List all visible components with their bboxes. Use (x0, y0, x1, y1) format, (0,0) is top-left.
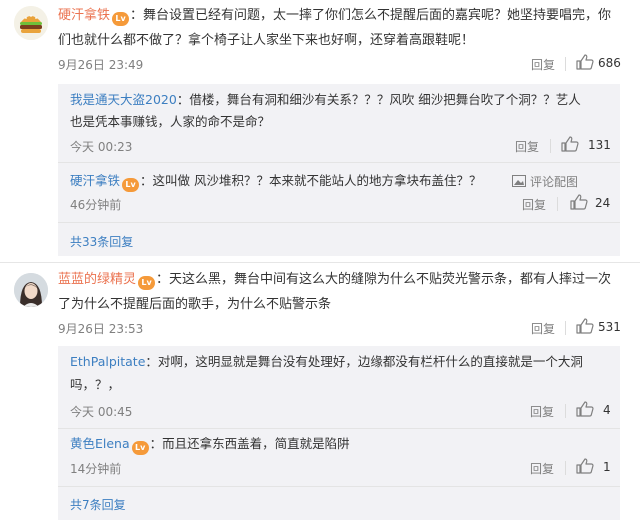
burger-avatar-icon (14, 6, 48, 40)
member-badge-icon: Lv (131, 433, 149, 455)
member-badge-icon: Lv (112, 4, 130, 27)
reply-timestamp: 今天 00:45 (70, 405, 133, 419)
more-replies-link[interactable]: 共33条回复 (70, 233, 133, 250)
divider (58, 486, 620, 487)
reply-username[interactable]: 黄色Elena (70, 436, 130, 451)
thumbs-up-icon[interactable] (576, 458, 594, 474)
member-badge-icon: Lv (122, 170, 140, 192)
separator (565, 57, 566, 71)
separator (565, 321, 566, 335)
reply-button[interactable]: 回复 (530, 403, 554, 420)
divider (58, 222, 620, 223)
avatar[interactable] (14, 6, 48, 40)
separator (557, 197, 558, 211)
comment-text: ：天这么黑，舞台中间有这么大的缝隙为什么不贴荧光警示条，都有人摔过一次 (156, 272, 612, 287)
reply-text: ：这叫做 风沙堆积？？本来就不能站人的地方拿块布盖住？？ (140, 173, 482, 188)
more-replies-link[interactable]: 共7条回复 (70, 496, 126, 513)
reply-timestamp: 46分钟前 (70, 198, 122, 212)
separator (550, 139, 551, 153)
reply-username[interactable]: 我是通天大盗2020 (70, 92, 177, 107)
separator (565, 461, 566, 475)
reply-username[interactable]: 硬汗拿铁 (70, 173, 120, 188)
thumbs-up-icon[interactable] (561, 136, 579, 152)
reply-text-continued: 吗，？， (70, 377, 121, 392)
comment-divider (0, 262, 640, 263)
comment-image-link[interactable]: 评论配图 (530, 173, 578, 190)
reply-text: ：借楼，舞台有洞和细沙有关系？？？风吹 细沙把舞台吹了个洞？？艺人 (176, 92, 581, 107)
separator (565, 404, 566, 418)
reply-text-continued: 也是凭本事赚钱，人家的命不是命？ (70, 114, 271, 129)
comment-username[interactable]: 硬汗拿铁 (58, 8, 110, 23)
comment-text-continued: 们也就什么都不做了？拿个椅子让人家坐下来也好啊，还穿着高跟鞋呢！ (58, 33, 475, 48)
user-avatar-icon (14, 273, 48, 307)
reply-button[interactable]: 回复 (515, 138, 539, 155)
like-count: 531 (598, 320, 621, 334)
reply-button[interactable]: 回复 (522, 196, 546, 213)
thumbs-up-icon[interactable] (576, 401, 594, 417)
comment-text: ：舞台设置已经有问题，太一摔了你们怎么不提醒后面的嘉宾呢？她坚持要唱完，你 (130, 8, 612, 23)
like-count: 686 (598, 56, 621, 70)
thumbs-up-icon[interactable] (576, 54, 594, 70)
reply-text: ：而且还拿东西盖着，简直就是陷阱 (149, 436, 350, 451)
reply-text: ：对啊，这明显就是舞台没有处理好，边缘都没有栏杆什么的直接就是一个大洞 (145, 354, 583, 369)
thumbs-up-icon[interactable] (570, 194, 588, 210)
comment-timestamp: 9月26日 23:53 (58, 322, 144, 336)
reply-username[interactable]: EthPalpitate (70, 354, 145, 369)
like-count: 4 (603, 403, 611, 417)
comment-timestamp: 9月26日 23:49 (58, 58, 144, 72)
divider (58, 428, 620, 429)
divider (58, 162, 620, 163)
avatar[interactable] (14, 273, 48, 307)
reply-button[interactable]: 回复 (531, 56, 555, 73)
image-icon[interactable] (512, 175, 526, 187)
comment-username[interactable]: 蓝蓝的绿精灵 (58, 272, 136, 287)
like-count: 1 (603, 460, 611, 474)
thumbs-up-icon[interactable] (576, 318, 594, 334)
like-count: 24 (595, 196, 611, 210)
reply-timestamp: 今天 00:23 (70, 140, 133, 154)
reply-timestamp: 14分钟前 (70, 462, 122, 476)
like-count: 131 (588, 138, 611, 152)
comment-text-continued: 了为什么不提醒后面的歌手，为什么不贴警示条 (58, 297, 332, 312)
reply-button[interactable]: 回复 (530, 460, 554, 477)
reply-button[interactable]: 回复 (531, 320, 555, 337)
member-badge-icon: Lv (138, 268, 156, 291)
